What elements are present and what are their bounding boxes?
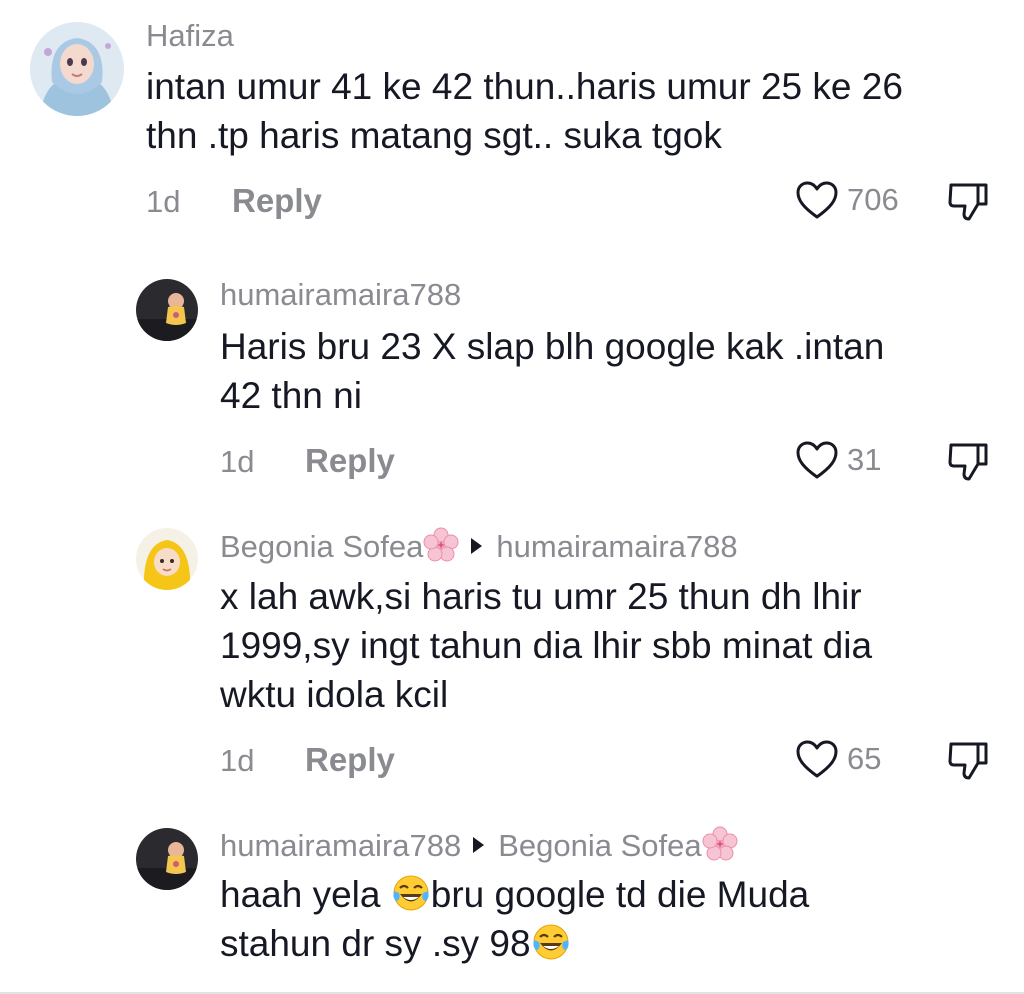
comment-username[interactable]: humairamaira788 xyxy=(220,828,461,863)
comment-text-line: x lah awk,si haris tu umr 25 thun dh lhi… xyxy=(220,576,862,617)
dislike-button[interactable] xyxy=(946,442,990,487)
like-button[interactable]: 65 xyxy=(795,739,881,779)
cherry-blossom-icon xyxy=(702,826,738,862)
heart-outline-icon xyxy=(795,180,839,220)
comment-time: 1d xyxy=(220,444,255,479)
comment-username[interactable]: humairamaira788 xyxy=(220,277,461,313)
cherry-blossom-icon xyxy=(423,527,459,563)
reply-to-username[interactable]: Begonia Sofea xyxy=(498,828,701,863)
comment-text-line: 1999,sy ingt tahun dia lhir sbb minat di… xyxy=(220,625,873,666)
triangle-right-icon xyxy=(471,538,483,554)
comment-username[interactable]: Hafiza xyxy=(146,18,234,54)
tears-of-joy-icon xyxy=(391,873,431,913)
reply-button[interactable]: Reply xyxy=(305,742,395,778)
comment-username[interactable]: Begonia Sofea xyxy=(220,529,423,564)
avatar[interactable] xyxy=(136,528,198,590)
comment-text-line: Haris bru 23 X slap blh google kak .inta… xyxy=(220,326,885,367)
comment-text-fragment: stahun dr sy .sy 98 xyxy=(220,923,531,964)
comment-text: Haris bru 23 X slap blh google kak .inta… xyxy=(220,322,884,420)
comment-text-line: wktu idola kcil xyxy=(220,674,449,715)
like-button[interactable]: 706 xyxy=(795,180,899,220)
thumbs-down-outline-icon xyxy=(946,742,990,785)
avatar[interactable] xyxy=(30,22,124,116)
like-count: 65 xyxy=(847,741,882,776)
comment-text: x lah awk,si haris tu umr 25 thun dh lhi… xyxy=(220,572,872,719)
comment-time: 1d xyxy=(220,743,255,778)
reply-button[interactable]: Reply xyxy=(305,443,395,479)
like-button[interactable]: 31 xyxy=(795,440,881,480)
comment-text-line: 42 thn ni xyxy=(220,375,362,416)
avatar[interactable] xyxy=(136,279,198,341)
comment-text: haah yela bru google td die Muda stahun … xyxy=(220,870,809,968)
comment-time: 1d xyxy=(146,184,181,219)
heart-outline-icon xyxy=(795,739,839,779)
comment-text: intan umur 41 ke 42 thun..haris umur 25 … xyxy=(146,62,903,160)
dislike-button[interactable] xyxy=(946,741,990,786)
tears-of-joy-icon xyxy=(531,922,571,962)
comment-text-line: haah yela bru google td die Muda xyxy=(220,870,809,919)
dislike-button[interactable] xyxy=(946,182,990,227)
comment-text-line: stahun dr sy .sy 98 xyxy=(220,919,809,968)
comment-text-fragment: bru google td die Muda xyxy=(430,874,810,915)
thumbs-down-outline-icon xyxy=(946,443,990,486)
comment-text-line: thn .tp haris matang sgt.. suka tgok xyxy=(146,115,722,156)
avatar[interactable] xyxy=(136,828,198,890)
reply-to-username[interactable]: humairamaira788 xyxy=(496,529,737,564)
heart-outline-icon xyxy=(795,440,839,480)
comment-username-row: humairamaira788 Begonia Sofea xyxy=(220,826,738,864)
triangle-right-icon xyxy=(473,837,485,853)
thumbs-down-outline-icon xyxy=(946,183,990,226)
like-count: 706 xyxy=(847,182,899,217)
reply-button[interactable]: Reply xyxy=(232,183,322,219)
like-count: 31 xyxy=(847,442,882,477)
comment-text-fragment: haah yela xyxy=(220,874,391,915)
comment-text-line: intan umur 41 ke 42 thun..haris umur 25 … xyxy=(146,66,903,107)
comment-username-row: Begonia Sofea humairamaira788 xyxy=(220,527,738,565)
